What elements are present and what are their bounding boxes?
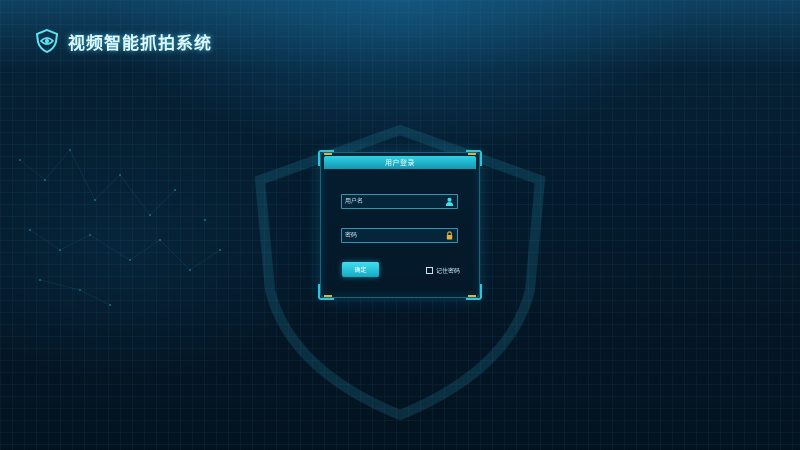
corner-accent [468, 295, 476, 297]
corner-accent [468, 153, 476, 155]
user-icon [445, 197, 454, 206]
username-input[interactable] [342, 195, 445, 208]
corner-accent [324, 153, 332, 155]
app-header: 视频智能抓拍系统 [34, 28, 212, 54]
shield-eye-icon [35, 28, 59, 54]
login-title: 用户登录 [324, 156, 476, 169]
remember-checkbox[interactable] [426, 267, 433, 274]
remember-label: 记住密码 [436, 268, 461, 275]
app-title: 视频智能抓拍系统 [68, 33, 212, 54]
corner-accent [324, 295, 332, 297]
password-field [341, 228, 458, 243]
frame-corner [318, 284, 334, 300]
username-field [341, 194, 458, 209]
password-input[interactable] [342, 229, 445, 242]
login-panel: 用户登录 确定 记住密码 [318, 150, 482, 300]
frame-corner [466, 284, 482, 300]
network-dots-decoration [19, 149, 221, 306]
submit-button[interactable]: 确定 [342, 262, 379, 277]
remember-password[interactable]: 记住密码 [426, 266, 460, 275]
lock-icon [446, 231, 453, 240]
